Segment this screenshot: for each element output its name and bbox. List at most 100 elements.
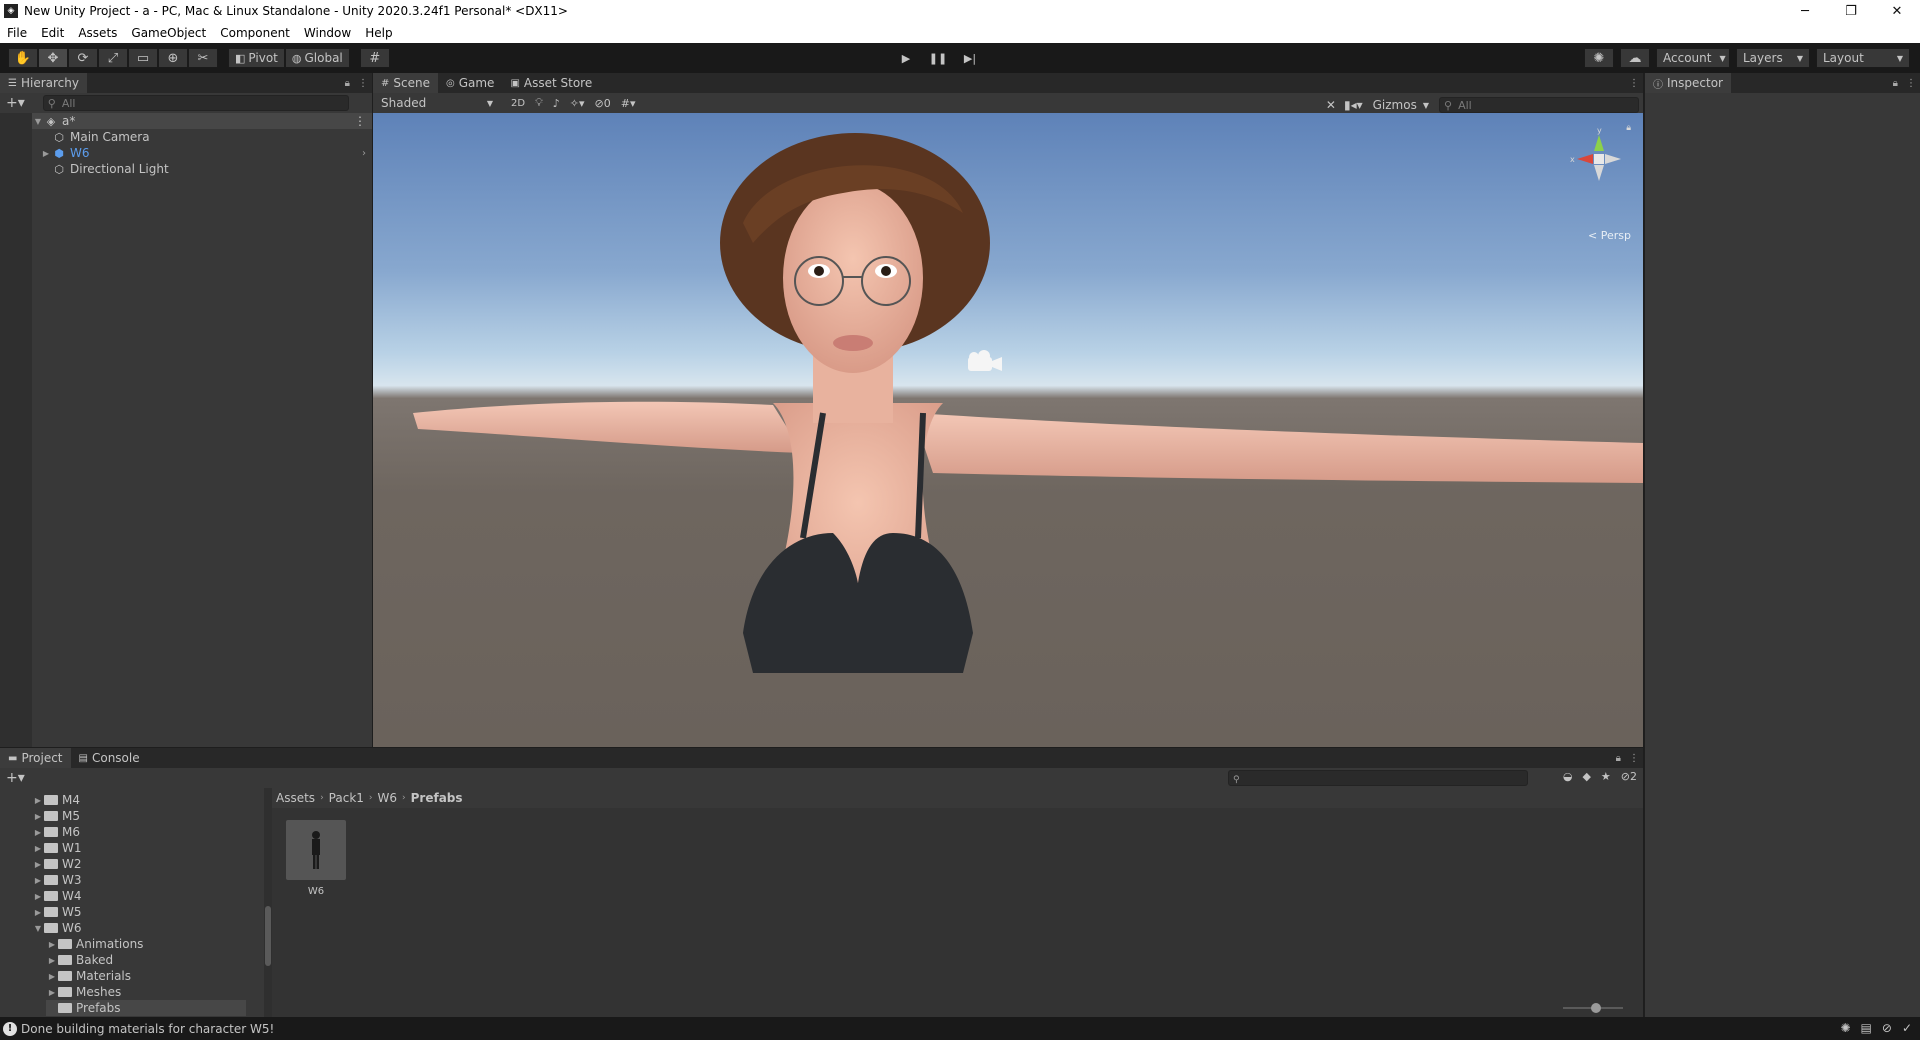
expand-arrow-icon[interactable]: ▶: [32, 908, 44, 917]
hand-tool-icon[interactable]: ✋: [8, 48, 38, 68]
breadcrumb-assets[interactable]: Assets: [276, 791, 315, 805]
move-tool-icon[interactable]: ✥: [38, 48, 68, 68]
kebab-menu-icon[interactable]: ⋮: [1906, 78, 1916, 89]
expand-arrow-icon[interactable]: ▶: [40, 149, 52, 158]
expand-arrow-icon[interactable]: ▶: [32, 876, 44, 885]
cache-icon[interactable]: ▤: [1861, 1021, 1872, 1035]
grid-dropdown-icon[interactable]: #▾: [621, 97, 636, 110]
tab-console[interactable]: ▤ Console: [71, 748, 148, 768]
kebab-menu-icon[interactable]: ⋮: [1629, 753, 1639, 764]
folder-item-w2[interactable]: ▶ W2: [32, 856, 82, 872]
folder-item-animations[interactable]: ▶ Animations: [46, 936, 144, 952]
cloud-icon[interactable]: ☁: [1620, 48, 1650, 68]
rect-tool-icon[interactable]: ▭: [128, 48, 158, 68]
hierarchy-item-w6[interactable]: ▶ ⬢ W6 ›: [32, 145, 372, 161]
kebab-menu-icon[interactable]: ⋮: [1629, 78, 1639, 89]
folder-tree-scrollbar[interactable]: [264, 788, 272, 1017]
asset-tile-w6[interactable]: W6: [286, 820, 346, 897]
menu-window[interactable]: Window: [297, 26, 358, 40]
grid-snap-icon[interactable]: #: [359, 48, 390, 68]
lock-icon[interactable]: 🔒︎: [1616, 753, 1621, 764]
menu-file[interactable]: File: [0, 26, 34, 40]
breadcrumb-prefabs[interactable]: Prefabs: [411, 791, 463, 805]
hierarchy-item-main-camera[interactable]: ⬡ Main Camera: [32, 129, 372, 145]
lock-icon[interactable]: 🔒︎: [1626, 123, 1631, 133]
debug-icon[interactable]: ✺: [1840, 1021, 1850, 1035]
folder-item-m4[interactable]: ▶ M4: [32, 792, 80, 808]
tab-project[interactable]: ▬ Project: [0, 748, 71, 768]
hierarchy-search-input[interactable]: ⚲ All: [42, 95, 349, 111]
check-icon[interactable]: ✓: [1902, 1021, 1912, 1035]
layers-dropdown[interactable]: Layers ▼: [1736, 48, 1810, 68]
hidden-objects-toggle[interactable]: ⊘0: [595, 97, 611, 110]
rotate-tool-icon[interactable]: ⟳: [68, 48, 98, 68]
create-dropdown[interactable]: +▾: [6, 770, 25, 786]
layout-dropdown[interactable]: Layout ▼: [1816, 48, 1910, 68]
tab-asset-store[interactable]: ▣ Asset Store: [502, 73, 600, 93]
folder-item-w5[interactable]: ▶ W5: [32, 904, 82, 920]
tab-inspector[interactable]: ⓘ Inspector: [1645, 73, 1731, 93]
effects-dropdown-icon[interactable]: ✧▾: [570, 97, 585, 110]
expand-arrow-icon[interactable]: ▶: [32, 796, 44, 805]
expand-arrow-icon[interactable]: ▶: [32, 828, 44, 837]
expand-arrow-icon[interactable]: ▶: [32, 844, 44, 853]
folder-item-w4[interactable]: ▶ W4: [32, 888, 82, 904]
breadcrumb-w6[interactable]: W6: [378, 791, 398, 805]
menu-edit[interactable]: Edit: [34, 26, 71, 40]
folder-item-w3[interactable]: ▶ W3: [32, 872, 82, 888]
orientation-gizmo[interactable]: y x: [1569, 125, 1629, 205]
folder-item-m5[interactable]: ▶ M5: [32, 808, 80, 824]
icon-size-slider[interactable]: [1563, 1003, 1623, 1013]
hierarchy-item-directional-light[interactable]: ⬡ Directional Light: [32, 161, 372, 177]
close-button[interactable]: ✕: [1874, 0, 1920, 22]
menu-assets[interactable]: Assets: [71, 26, 124, 40]
play-icon[interactable]: ▶: [890, 48, 922, 68]
scene-search-input[interactable]: ⚲ All: [1439, 97, 1639, 113]
shading-mode-dropdown[interactable]: Shaded ▼: [377, 95, 497, 111]
folder-item-w6[interactable]: ▼ W6: [32, 920, 82, 936]
restore-button[interactable]: ❐: [1828, 0, 1874, 22]
folder-item-prefabs[interactable]: Prefabs: [46, 1000, 246, 1016]
search-by-type-icon[interactable]: ◒: [1563, 770, 1573, 783]
expand-arrow-icon[interactable]: ▶: [32, 812, 44, 821]
scene-row[interactable]: ▼ ◈ a* ⋮: [32, 113, 372, 129]
search-by-label-icon[interactable]: ◆: [1582, 770, 1590, 783]
pivot-toggle[interactable]: ◧ Pivot: [228, 48, 285, 68]
gizmos-dropdown[interactable]: Gizmos ▼: [1370, 95, 1431, 115]
expand-arrow-icon[interactable]: ▶: [46, 940, 58, 949]
slider-knob[interactable]: [1591, 1003, 1601, 1013]
scene-viewport[interactable]: y x < Persp 🔒︎: [373, 113, 1643, 747]
folder-item-meshes[interactable]: ▶ Meshes: [46, 984, 121, 1000]
step-icon[interactable]: ▶|: [954, 48, 986, 68]
expand-arrow-icon[interactable]: ▶: [46, 956, 58, 965]
kebab-menu-icon[interactable]: ⋮: [358, 78, 368, 89]
breadcrumb-pack1[interactable]: Pack1: [329, 791, 364, 805]
mode-2d-toggle[interactable]: 2D: [511, 98, 525, 109]
scrollbar-thumb[interactable]: [265, 906, 271, 966]
favorite-star-icon[interactable]: ★: [1601, 770, 1611, 783]
tab-hierarchy[interactable]: ☰ Hierarchy: [0, 73, 87, 93]
tools-icon[interactable]: ✕: [1326, 98, 1336, 112]
global-toggle[interactable]: ◍ Global: [284, 48, 350, 68]
audio-toggle-icon[interactable]: ♪: [553, 97, 560, 110]
persp-label[interactable]: < Persp: [1588, 229, 1631, 242]
project-search-input[interactable]: ⚲: [1228, 770, 1528, 786]
minimize-button[interactable]: ─: [1782, 0, 1828, 22]
menu-component[interactable]: Component: [213, 26, 297, 40]
create-dropdown[interactable]: +▾: [6, 95, 25, 111]
tab-game[interactable]: ◎ Game: [438, 73, 502, 93]
camera-dropdown-icon[interactable]: ▮◂▾: [1344, 98, 1363, 112]
menu-gameobject[interactable]: GameObject: [124, 26, 213, 40]
collab-icon[interactable]: ✺: [1584, 48, 1614, 68]
menu-help[interactable]: Help: [358, 26, 399, 40]
collapse-arrow-icon[interactable]: ▼: [32, 924, 44, 933]
expand-arrow-icon[interactable]: ▶: [32, 892, 44, 901]
folder-item-m6[interactable]: ▶ M6: [32, 824, 80, 840]
folder-item-w1[interactable]: ▶ W1: [32, 840, 82, 856]
auto-generate-lighting-icon[interactable]: ⊘: [1882, 1021, 1892, 1035]
expand-arrow-icon[interactable]: ▶: [46, 988, 58, 997]
status-message[interactable]: Done building materials for character W5…: [21, 1022, 274, 1036]
hidden-packages-toggle[interactable]: ⊘2: [1621, 770, 1637, 783]
transform-tool-icon[interactable]: ⊕: [158, 48, 188, 68]
account-dropdown[interactable]: Account ▼: [1656, 48, 1730, 68]
